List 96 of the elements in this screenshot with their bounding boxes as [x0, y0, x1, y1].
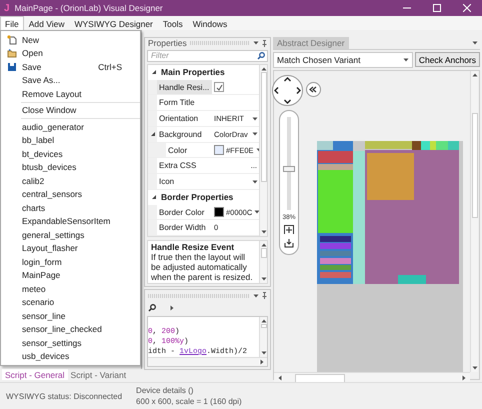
run-icon[interactable] [169, 304, 175, 310]
menu-item[interactable]: New [1, 33, 140, 46]
pin-icon[interactable] [262, 292, 267, 299]
scroll-up-icon[interactable] [260, 318, 266, 324]
dropdown-arrow-icon[interactable] [252, 178, 258, 185]
app-logo: J [4, 2, 10, 14]
menu-item[interactable]: login_form [1, 255, 140, 268]
close-icon [463, 4, 471, 12]
folder-icon [7, 48, 17, 58]
script-tab[interactable]: Script - Variant [68, 369, 130, 380]
scrollbar[interactable] [148, 357, 267, 366]
scrollbar[interactable] [274, 372, 470, 383]
menu-item[interactable]: usb_devices [1, 350, 140, 363]
menu-item[interactable]: sensor_line_checked [1, 322, 140, 336]
property-name[interactable]: Form Title [157, 95, 212, 110]
scrollbar[interactable] [259, 317, 267, 357]
property-name[interactable]: Background [157, 126, 212, 142]
scroll-right-icon[interactable] [259, 359, 265, 365]
menu-item[interactable]: charts [1, 201, 140, 214]
property-name[interactable]: Icon [157, 174, 212, 189]
menu-item[interactable]: Remove Layout [1, 87, 140, 100]
dropdown-arrow-icon[interactable] [254, 209, 260, 216]
property-name[interactable]: Border Width [157, 220, 212, 236]
scrollbar[interactable] [470, 71, 478, 372]
expand-triangle-icon[interactable] [151, 194, 157, 200]
menu-item[interactable]: Windows [188, 16, 232, 30]
description-text: If true then the layout will be adjusted automatically when the parent is resized. [151, 252, 254, 282]
device-resolution: 600 x 600, scale = 1 (160 dpi) [136, 397, 242, 406]
category-title: Border Properties [161, 192, 234, 202]
pan-control[interactable] [272, 75, 302, 106]
category-title: Main Properties [161, 67, 225, 78]
scrollbar[interactable] [259, 64, 267, 236]
checkbox[interactable] [214, 82, 224, 92]
maximize-icon [433, 4, 441, 12]
property-name[interactable]: Border Color [157, 204, 212, 220]
scroll-right-icon[interactable] [461, 375, 467, 381]
property-name[interactable]: Extra CSS [157, 158, 212, 174]
dropdown-arrow-icon[interactable] [253, 40, 259, 46]
menu-item[interactable]: calib2 [1, 174, 140, 188]
scroll-up-icon[interactable] [260, 242, 266, 248]
description-title: Handle Resize Event [151, 242, 236, 252]
menu-item[interactable]: sensor_line [1, 309, 140, 322]
pin-icon[interactable] [262, 40, 267, 47]
slider-thumb[interactable] [283, 166, 295, 172]
menu-item[interactable]: sensor_settings [1, 336, 140, 350]
download-icon[interactable] [284, 238, 294, 248]
window-title: MainPage - (OrionLab) Visual Designer [14, 3, 164, 13]
menu-item[interactable]: central_sensors [1, 188, 140, 201]
menu-item[interactable]: MainPage [1, 268, 140, 282]
dropdown-arrow-icon[interactable] [252, 116, 258, 122]
collapse-button[interactable] [306, 82, 320, 97]
scroll-down-icon[interactable] [260, 229, 266, 236]
scroll-down-icon[interactable] [260, 276, 266, 282]
menu-item[interactable]: general_settings [1, 228, 140, 242]
menu-item[interactable]: Add View [24, 16, 70, 30]
status-text: WYSIWYG status: Disconnected [6, 392, 122, 400]
scrollbar[interactable] [259, 241, 267, 283]
search-icon[interactable] [148, 304, 156, 312]
dropdown-arrow-icon[interactable] [472, 40, 478, 46]
variant-dropdown[interactable]: Match Chosen Variant [273, 52, 413, 68]
expand-triangle-icon[interactable] [151, 69, 157, 76]
panel-title: Properties [148, 38, 187, 48]
menu-item[interactable]: bt_devices [1, 147, 140, 160]
menu-item[interactable]: audio_generator [1, 120, 140, 134]
menu-item[interactable]: btusb_devices [1, 160, 140, 174]
scroll-up-icon[interactable] [472, 72, 478, 78]
property-name[interactable]: Handle Resi... [157, 80, 212, 94]
new-file-icon [7, 34, 17, 45]
menu-item[interactable]: WYSIWYG Designer [69, 16, 158, 30]
scroll-left-icon[interactable] [277, 375, 283, 381]
script-tab[interactable]: Script - General [2, 369, 68, 380]
menu-item[interactable]: Save As... [1, 74, 140, 87]
menu-item[interactable]: Open [1, 46, 140, 60]
filter-field[interactable]: Filter [147, 50, 268, 62]
double-chevron-icon [309, 86, 317, 93]
search-icon[interactable] [257, 52, 265, 60]
fit-to-screen-icon[interactable] [284, 224, 294, 234]
menu-item[interactable]: meteo [1, 282, 140, 296]
dropdown-arrow-icon[interactable] [252, 131, 258, 138]
menu-item[interactable]: scenario [1, 296, 140, 309]
caret-icon [402, 57, 409, 63]
device-details: Device details () [136, 386, 194, 395]
property-name[interactable]: Orientation [157, 111, 212, 126]
menu-item[interactable]: File [0, 16, 24, 30]
expand-triangle-icon[interactable] [150, 131, 156, 138]
save-icon [7, 62, 17, 72]
check-anchors-button[interactable]: Check Anchors [414, 52, 480, 67]
menu-item[interactable]: bb_label [1, 134, 140, 147]
menu-item[interactable]: Layout_flasher [1, 242, 140, 255]
property-name[interactable]: Color [166, 142, 212, 158]
dropdown-arrow-icon[interactable] [253, 292, 259, 298]
scroll-down-icon[interactable] [472, 365, 478, 371]
menu-item[interactable]: Save Ctrl+S [1, 60, 140, 74]
menu-item[interactable]: Close Window [1, 104, 140, 117]
menu-item[interactable]: ExpandableSensorItem [1, 214, 140, 228]
menu-item[interactable]: Tools [158, 16, 188, 30]
